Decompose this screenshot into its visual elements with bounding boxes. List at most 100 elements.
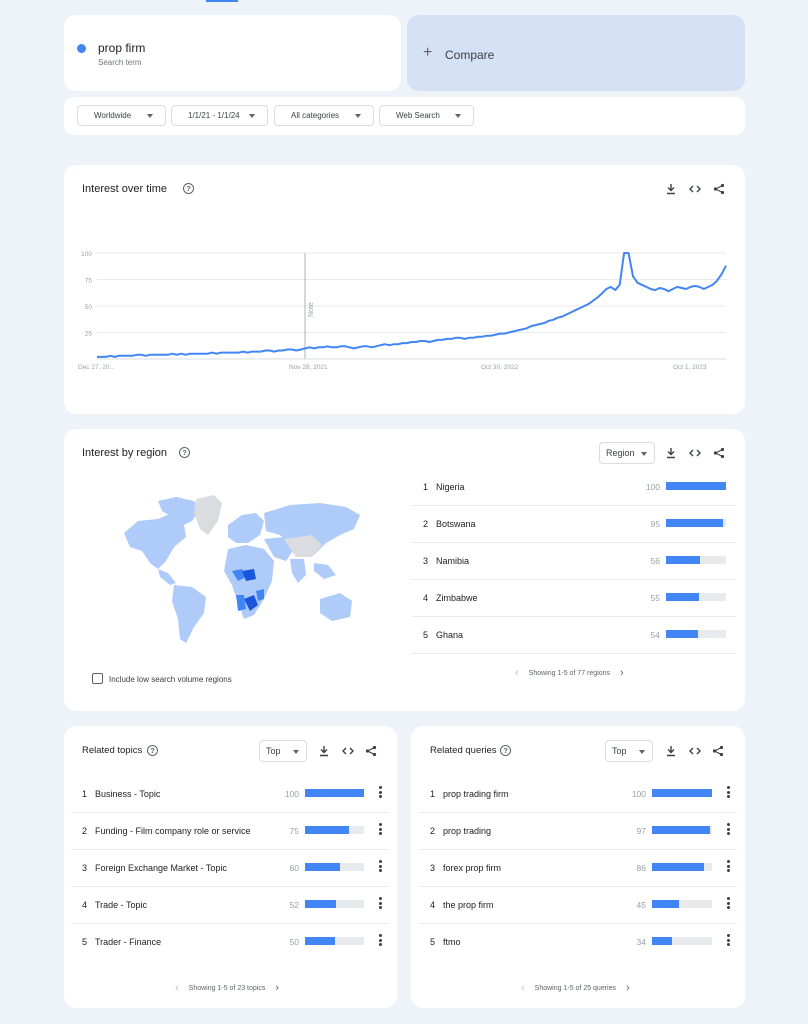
rank-name[interactable]: Foreign Exchange Market - Topic [95,863,227,873]
series-line[interactable] [97,252,727,358]
region-row[interactable]: 1 Nigeria 100 [412,469,736,506]
note-marker-label[interactable]: Note [308,302,315,317]
query-row[interactable]: 2 prop trading 97 [419,813,737,850]
y-tick-label: 25 [85,331,93,338]
rank-name[interactable]: Funding - Film company role or service [95,826,251,836]
rank-name[interactable]: Nigeria [436,482,465,492]
interest-line-chart[interactable]: 100 75 50 25 Note Dec 27, 20... Nov 28, 2021 Oc… [64,165,745,414]
rank-bar-fill [652,900,679,908]
query-row[interactable]: 1 prop trading firm 100 [419,776,737,813]
location-filter[interactable]: Worldwide [77,105,166,126]
chevron-left-icon[interactable]: ‹ [175,982,179,994]
rank-name[interactable]: the prop firm [443,900,494,910]
share-icon[interactable] [711,744,725,758]
map-central-america[interactable] [158,569,176,585]
topic-row[interactable]: 2 Funding - Film company role or service 7… [71,813,389,850]
interest-by-region-card: Interest by region ? Region Include low … [64,429,745,711]
rank-bar-fill [652,937,673,945]
embed-icon[interactable] [688,744,702,758]
download-icon[interactable] [664,744,678,758]
map-southeast-asia[interactable] [314,563,336,579]
search-term-name[interactable]: prop firm [98,41,145,55]
date-filter[interactable]: 1/1/21 - 1/1/24 [171,105,268,126]
share-icon[interactable] [712,446,726,460]
share-icon[interactable] [364,744,378,758]
search-term-card[interactable]: prop firm Search term [64,15,401,91]
rank-name[interactable]: Zimbabwe [436,593,478,603]
rank-name[interactable]: ftmo [443,937,461,947]
rank-bar-fill [652,863,704,871]
more-vert-icon[interactable] [379,860,383,874]
interest-by-region-title: Interest by region [82,447,167,459]
help-icon[interactable]: ? [500,745,511,756]
chevron-down-icon [455,114,461,118]
topic-row[interactable]: 1 Business - Topic 100 [71,776,389,813]
property-filter[interactable]: Web Search [379,105,474,126]
rank-bar-track [652,826,712,834]
chevron-right-icon[interactable]: › [275,982,279,994]
related-queries-title: Related queries [430,745,497,756]
world-map[interactable] [114,491,364,651]
rank-bar-fill [666,482,726,490]
topic-row[interactable]: 5 Trader - Finance 50 [71,924,389,961]
queries-pager-label: Showing 1-5 of 25 queries [534,984,617,992]
help-icon[interactable]: ? [179,447,190,458]
rank-name[interactable]: Botswana [436,519,476,529]
topic-row[interactable]: 3 Foreign Exchange Market - Topic 60 [71,850,389,887]
rank-name[interactable]: Namibia [436,556,469,566]
rank-name[interactable]: Trade - Topic [95,900,147,910]
related-queries-select[interactable]: Top [605,740,653,762]
region-row[interactable]: 2 Botswana 95 [412,506,736,543]
more-vert-icon[interactable] [379,897,383,911]
query-row[interactable]: 4 the prop firm 45 [419,887,737,924]
download-icon[interactable] [664,446,678,460]
region-resolution-select[interactable]: Region [599,442,655,464]
rank-name[interactable]: Ghana [436,630,463,640]
map-europe[interactable] [228,513,264,543]
low-volume-label: Include low search volume regions [109,675,232,684]
x-tick-label: Oct 30, 2022 [481,364,519,371]
rank-value: 95 [650,519,660,529]
category-filter[interactable]: All categories [274,105,374,126]
more-vert-icon[interactable] [727,823,731,837]
more-vert-icon[interactable] [727,897,731,911]
help-icon[interactable]: ? [147,745,158,756]
topic-row[interactable]: 4 Trade - Topic 52 [71,887,389,924]
download-icon[interactable] [317,744,331,758]
embed-icon[interactable] [688,446,702,460]
rank-number: 1 [423,482,429,492]
more-vert-icon[interactable] [379,823,383,837]
region-row[interactable]: 3 Namibia 56 [412,543,736,580]
more-vert-icon[interactable] [379,786,383,800]
more-vert-icon[interactable] [379,934,383,948]
chevron-right-icon[interactable]: › [620,667,624,679]
rank-name[interactable]: prop trading firm [443,789,509,799]
compare-button[interactable]: + Compare [407,15,745,91]
more-vert-icon[interactable] [727,860,731,874]
chevron-right-icon[interactable]: › [626,982,630,994]
rank-name[interactable]: Trader - Finance [95,937,161,947]
embed-icon[interactable] [341,744,355,758]
region-row[interactable]: 4 Zimbabwe 55 [412,580,736,617]
rank-bar-track [666,630,726,638]
region-row[interactable]: 5 Ghana 54 [412,617,736,654]
rank-name[interactable]: prop trading [443,826,491,836]
low-volume-checkbox[interactable] [92,673,103,684]
query-row[interactable]: 5 ftmo 34 [419,924,737,961]
rank-name[interactable]: Business - Topic [95,789,160,799]
rank-name[interactable]: forex prop firm [443,863,501,873]
related-topics-select[interactable]: Top [259,740,307,762]
rank-bar-fill [305,789,364,797]
rank-bar-track [652,900,712,908]
rank-number: 1 [430,789,436,799]
rank-bar-fill [652,826,711,834]
map-australia[interactable] [320,593,352,621]
more-vert-icon[interactable] [727,786,731,800]
chevron-left-icon[interactable]: ‹ [515,667,519,679]
map-india[interactable] [290,559,306,583]
query-row[interactable]: 3 forex prop firm 86 [419,850,737,887]
more-vert-icon[interactable] [727,934,731,948]
chevron-left-icon[interactable]: ‹ [521,982,525,994]
map-greenland[interactable] [194,495,222,535]
map-south-america[interactable] [172,585,206,643]
